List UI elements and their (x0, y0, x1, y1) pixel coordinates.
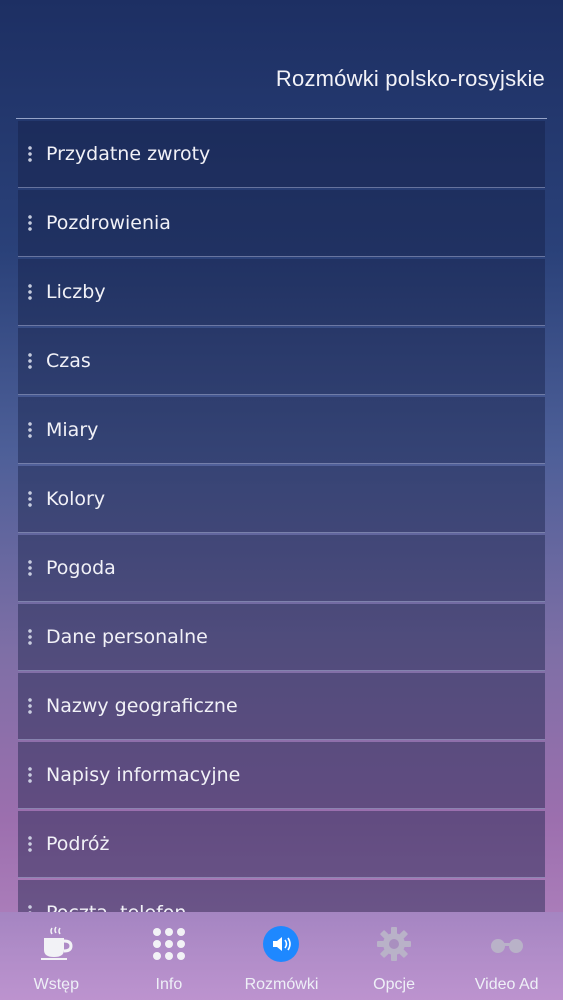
list-item-label: Liczby (46, 281, 106, 303)
tab-label: Wstęp (33, 976, 79, 993)
drag-handle-icon[interactable] (28, 421, 32, 439)
list-item[interactable]: Nazwy geograficzne (18, 673, 545, 740)
tab-video-ad[interactable]: Video Ad (451, 912, 563, 1000)
drag-handle-icon[interactable] (28, 835, 32, 853)
list-item[interactable]: Kolory (18, 466, 545, 533)
speaker-icon (263, 926, 300, 962)
tab-bar: Wstęp Info Rozmówki Opcje Video Ad (0, 912, 563, 1000)
list-item[interactable]: Podróż (18, 811, 545, 878)
list-item-label: Pozdrowienia (46, 212, 171, 234)
list-item-label: Miary (46, 419, 99, 441)
coffee-cup-icon (41, 926, 73, 960)
phrase-category-list[interactable]: Przydatne zwroty Pozdrowienia Liczby Cza… (18, 121, 545, 912)
list-item-label: Dane personalne (46, 626, 208, 648)
list-item[interactable]: Pozdrowienia (18, 190, 545, 257)
drag-handle-icon[interactable] (28, 559, 32, 577)
list-item-label: Nazwy geograficzne (46, 695, 238, 717)
list-item[interactable]: Dane personalne (18, 604, 545, 671)
list-item[interactable]: Pogoda (18, 535, 545, 602)
tab-wstep[interactable]: Wstęp (0, 912, 112, 1000)
list-item-label: Pogoda (46, 557, 116, 579)
drag-handle-icon[interactable] (28, 145, 32, 163)
list-item[interactable]: Napisy informacyjne (18, 742, 545, 809)
tab-rozmowki[interactable]: Rozmówki (225, 912, 337, 1000)
list-item[interactable]: Czas (18, 328, 545, 395)
tab-label: Rozmówki (244, 976, 319, 993)
gear-icon (377, 927, 412, 961)
tab-label: Info (155, 976, 183, 993)
list-item-label: Przydatne zwroty (46, 143, 211, 165)
page-title: Rozmówki polsko-rosyjskie (275, 66, 545, 91)
list-item-label: Podróż (46, 833, 110, 855)
drag-handle-icon[interactable] (28, 490, 32, 508)
list-item-label: Kolory (46, 488, 106, 510)
title-divider (16, 118, 547, 119)
grid-dots-icon (152, 928, 185, 960)
drag-handle-icon[interactable] (28, 352, 32, 370)
tab-label: Opcje (373, 976, 415, 993)
list-item-label: Poczta, telefon (46, 902, 186, 912)
list-item-label: Napisy informacyjne (46, 764, 241, 786)
list-item[interactable]: Przydatne zwroty (18, 121, 545, 188)
tab-info[interactable]: Info (113, 912, 225, 1000)
drag-handle-icon[interactable] (28, 766, 32, 784)
drag-handle-icon[interactable] (28, 904, 32, 912)
list-item[interactable]: Miary (18, 397, 545, 464)
tab-label: Video Ad (474, 976, 539, 993)
tab-opcje[interactable]: Opcje (338, 912, 450, 1000)
glasses-icon (490, 939, 523, 953)
list-item[interactable]: Poczta, telefon (18, 880, 545, 912)
drag-handle-icon[interactable] (28, 283, 32, 301)
drag-handle-icon[interactable] (28, 697, 32, 715)
drag-handle-icon[interactable] (28, 214, 32, 232)
list-item[interactable]: Liczby (18, 259, 545, 326)
list-item-label: Czas (46, 350, 91, 372)
drag-handle-icon[interactable] (28, 628, 32, 646)
